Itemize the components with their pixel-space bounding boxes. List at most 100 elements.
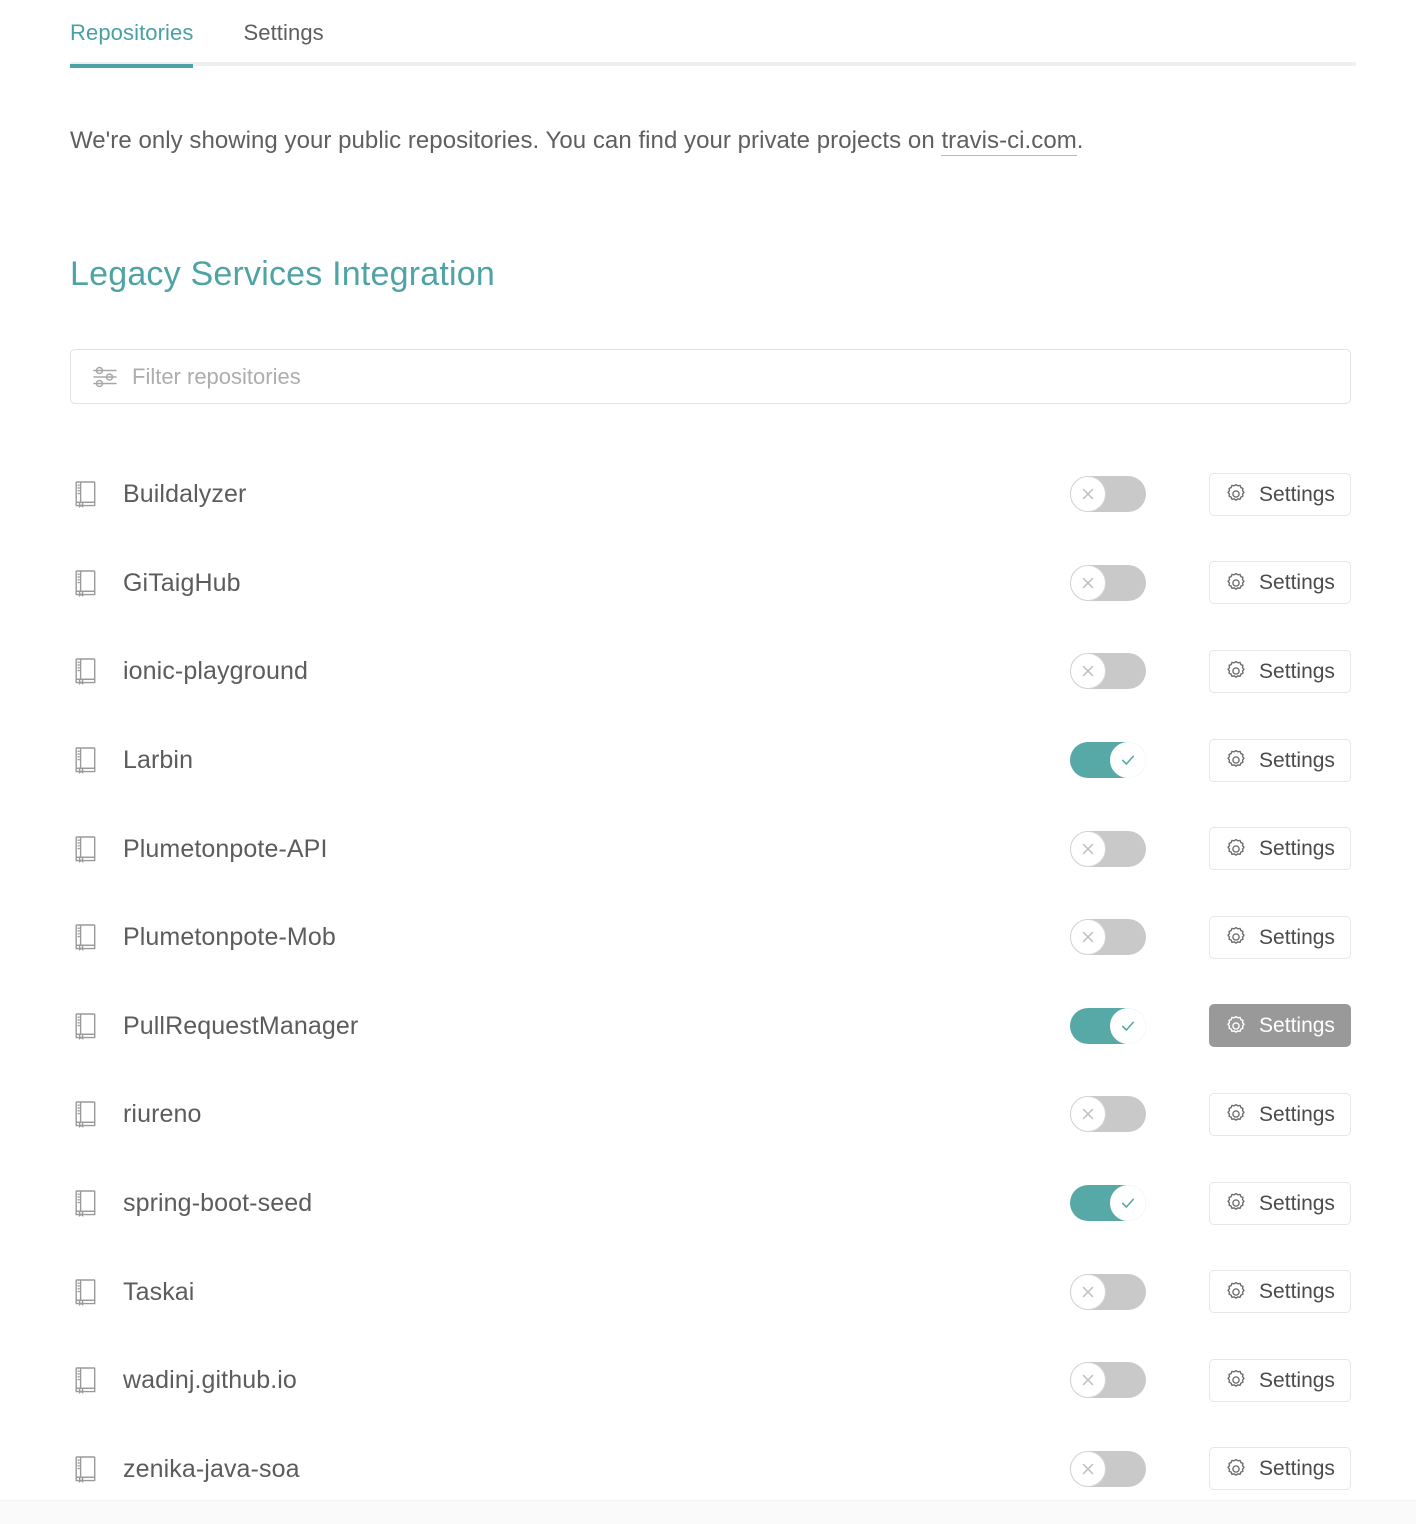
repository-settings-label: Settings: [1259, 659, 1335, 683]
repository-settings-label: Settings: [1259, 1014, 1335, 1038]
repository-enable-toggle[interactable]: [1070, 564, 1146, 601]
repository-enable-toggle[interactable]: [1070, 1273, 1146, 1310]
repository-row: riureno Settings: [70, 1070, 1351, 1159]
repository-settings-label: Settings: [1259, 1368, 1335, 1392]
gear-icon: [1225, 1281, 1247, 1303]
repository-info: zenika-java-soa: [70, 1454, 1070, 1484]
close-icon: [1070, 919, 1106, 956]
repository-enable-toggle[interactable]: [1070, 1185, 1146, 1222]
tab-bar: Repositories Settings: [0, 0, 1416, 68]
close-icon: [1070, 564, 1106, 601]
repository-settings-button[interactable]: Settings: [1209, 561, 1351, 605]
repository-row: Buildalyzer Settings: [70, 450, 1351, 539]
repository-row: Plumetonpote-API Settings: [70, 804, 1351, 893]
repository-row: PullRequestManager Settings: [70, 982, 1351, 1071]
check-icon: [1110, 742, 1146, 779]
repository-icon: [73, 1366, 100, 1395]
gear-icon: [1225, 1103, 1247, 1125]
repository-actions: Settings: [1070, 1447, 1351, 1491]
repository-icon: [73, 1455, 100, 1483]
repository-info: ionic-playground: [70, 656, 1070, 686]
repository-icon: [73, 923, 100, 952]
repository-name: GiTaigHub: [123, 568, 241, 597]
repository-name: wadinj.github.io: [123, 1366, 297, 1395]
repository-name: spring-boot-seed: [123, 1189, 313, 1218]
repository-settings-button[interactable]: Settings: [1209, 827, 1351, 871]
page-footer-strip: [0, 1500, 1416, 1524]
notice-text-after: .: [1076, 127, 1084, 154]
repository-actions: Settings: [1070, 915, 1351, 959]
repository-settings-button[interactable]: Settings: [1209, 1181, 1351, 1225]
repository-info: Plumetonpote-Mob: [70, 922, 1070, 952]
filter-repositories-input[interactable]: [132, 350, 1350, 403]
repository-settings-button[interactable]: Settings: [1209, 915, 1351, 959]
repository-list: Buildalyzer Settings GiTaigHub Settings …: [70, 450, 1351, 1513]
repository-enable-toggle[interactable]: [1070, 1007, 1146, 1044]
repository-actions: Settings: [1070, 472, 1351, 516]
repository-settings-label: Settings: [1259, 1280, 1335, 1304]
repository-settings-label: Settings: [1259, 748, 1335, 772]
repository-actions: Settings: [1070, 1358, 1351, 1402]
repository-settings-label: Settings: [1259, 482, 1335, 506]
repository-name: Plumetonpote-Mob: [123, 923, 336, 952]
repository-enable-toggle[interactable]: [1070, 1450, 1146, 1487]
repository-settings-button[interactable]: Settings: [1209, 1270, 1351, 1314]
repository-name: Plumetonpote-API: [123, 834, 328, 863]
repository-settings-label: Settings: [1259, 571, 1335, 595]
repository-icon: [73, 569, 100, 597]
repository-actions: Settings: [1070, 1270, 1351, 1314]
repository-info: Larbin: [70, 745, 1070, 775]
repository-enable-toggle[interactable]: [1070, 476, 1146, 513]
repository-enable-toggle[interactable]: [1070, 653, 1146, 690]
gear-icon: [1225, 1458, 1247, 1480]
sliders-filter-icon: [92, 364, 118, 390]
repository-info: GiTaigHub: [70, 568, 1070, 598]
repository-actions: Settings: [1070, 1181, 1351, 1225]
repository-name: riureno: [123, 1100, 202, 1129]
close-icon: [1070, 1362, 1106, 1399]
repository-icon: [73, 1012, 100, 1040]
repository-actions: Settings: [1070, 827, 1351, 871]
repository-enable-toggle[interactable]: [1070, 919, 1146, 956]
repository-icon: [73, 835, 100, 863]
travis-ci-com-link[interactable]: travis-ci.com: [941, 127, 1077, 156]
tab-repositories[interactable]: Repositories: [70, 0, 194, 68]
repository-settings-button[interactable]: Settings: [1209, 1092, 1351, 1136]
repository-settings-button[interactable]: Settings: [1209, 1358, 1351, 1402]
repository-icon: [73, 657, 100, 686]
repository-icon: [73, 1278, 100, 1306]
close-icon: [1070, 830, 1106, 867]
gear-icon: [1225, 1015, 1247, 1037]
gear-icon: [1225, 1192, 1247, 1214]
repository-name: zenika-java-soa: [123, 1454, 300, 1483]
repository-settings-button[interactable]: Settings: [1209, 738, 1351, 782]
repository-row: Taskai Settings: [70, 1247, 1351, 1336]
tab-settings[interactable]: Settings: [243, 0, 323, 68]
repository-settings-button[interactable]: Settings: [1209, 1447, 1351, 1491]
repository-actions: Settings: [1070, 1004, 1351, 1048]
repository-settings-label: Settings: [1259, 1102, 1335, 1126]
repository-actions: Settings: [1070, 738, 1351, 782]
filter-repositories-box[interactable]: [70, 349, 1351, 404]
close-icon: [1070, 1450, 1106, 1487]
repository-row: spring-boot-seed Settings: [70, 1159, 1351, 1248]
repository-settings-label: Settings: [1259, 925, 1335, 949]
gear-icon: [1225, 1369, 1247, 1391]
repository-name: PullRequestManager: [123, 1011, 359, 1040]
repository-actions: Settings: [1070, 649, 1351, 693]
repository-actions: Settings: [1070, 561, 1351, 605]
repository-enable-toggle[interactable]: [1070, 1362, 1146, 1399]
repository-enable-toggle[interactable]: [1070, 1096, 1146, 1133]
repository-settings-button[interactable]: Settings: [1209, 649, 1351, 693]
repository-info: Buildalyzer: [70, 479, 1070, 509]
repository-name: Taskai: [123, 1277, 195, 1306]
repository-name: Larbin: [123, 746, 194, 775]
repository-settings-label: Settings: [1259, 1457, 1335, 1481]
page-title: Legacy Services Integration: [70, 255, 495, 293]
repository-enable-toggle[interactable]: [1070, 830, 1146, 867]
repository-settings-button[interactable]: Settings: [1209, 1004, 1351, 1048]
repository-icon: [73, 1189, 100, 1218]
repository-enable-toggle[interactable]: [1070, 742, 1146, 779]
gear-icon: [1225, 483, 1247, 505]
repository-settings-button[interactable]: Settings: [1209, 472, 1351, 516]
